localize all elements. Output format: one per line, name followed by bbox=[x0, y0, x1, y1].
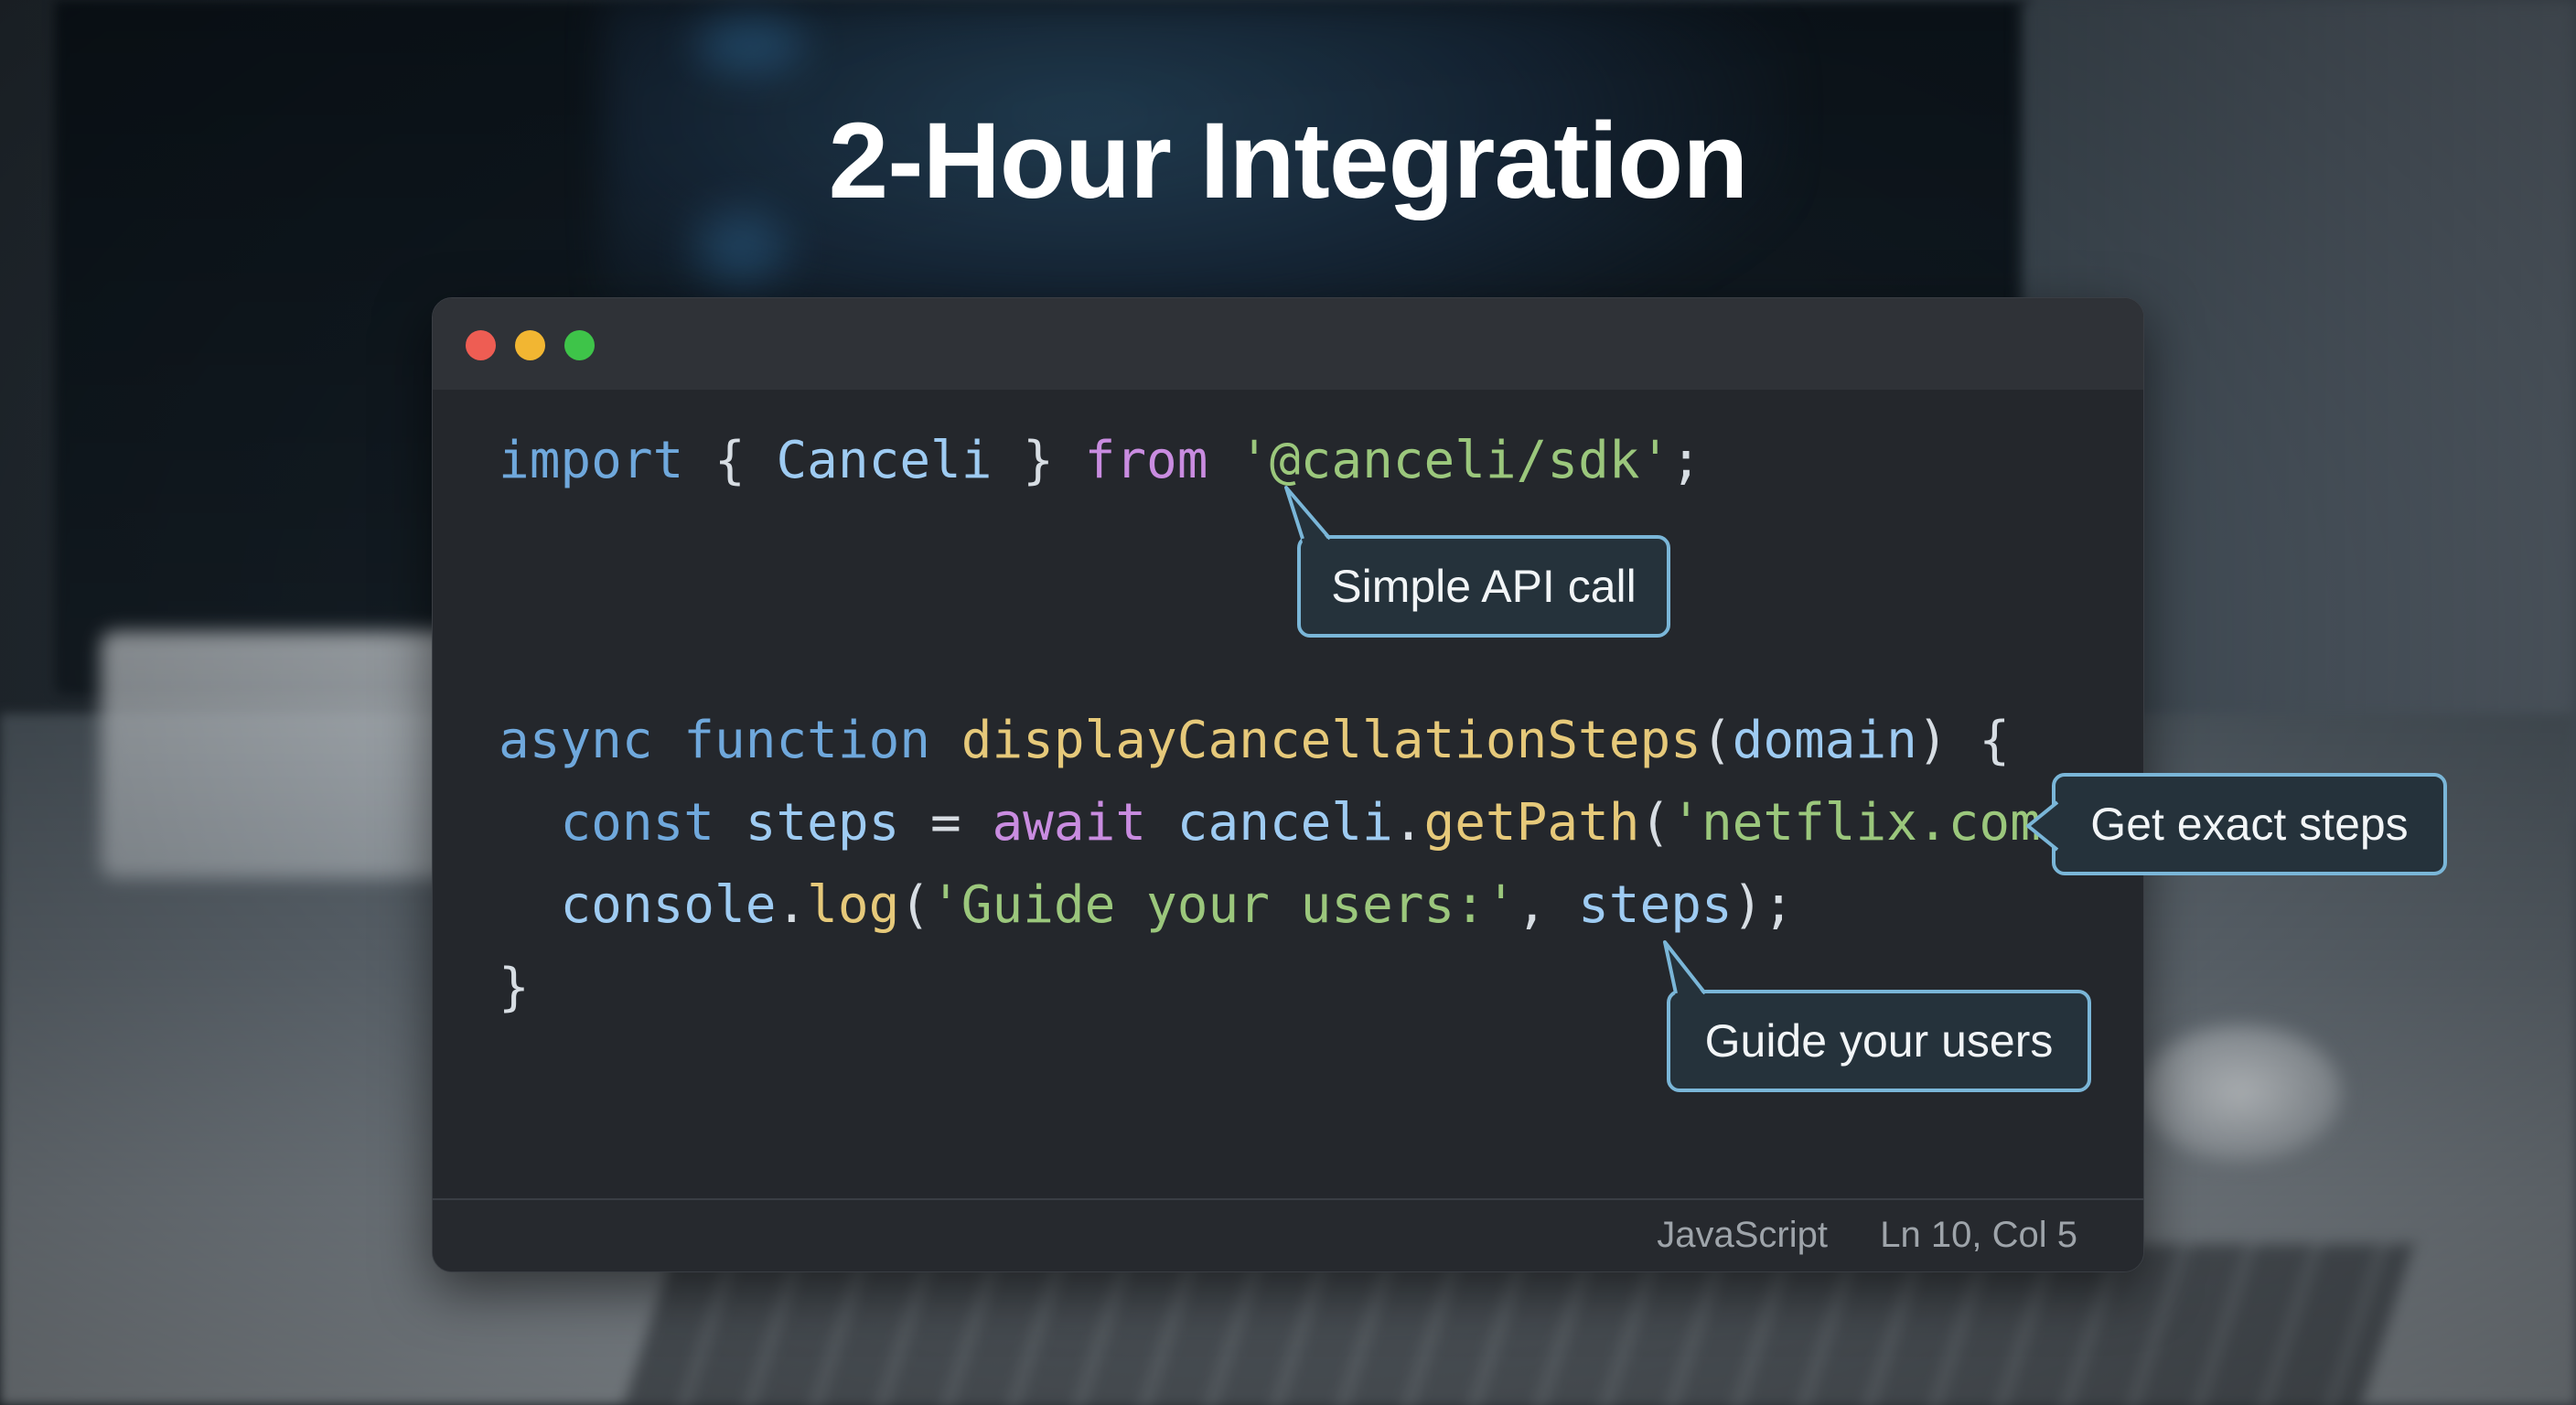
code-token: domain bbox=[1732, 711, 1917, 770]
code-token: = bbox=[899, 793, 993, 853]
code-line[interactable]: const steps = await canceli.getPath('net… bbox=[499, 793, 2133, 853]
callout-text: Guide your users bbox=[1704, 1015, 2054, 1067]
code-line[interactable]: import { Canceli } from '@canceli/sdk'; bbox=[499, 431, 1701, 490]
window-titlebar bbox=[433, 298, 2143, 390]
code-token: function bbox=[683, 711, 931, 770]
code-token: ) { bbox=[1916, 711, 2011, 770]
code-token: { bbox=[683, 431, 777, 490]
code-line[interactable]: console.log('Guide your users:', steps); bbox=[499, 875, 1794, 935]
code-token: displayCancellationSteps bbox=[961, 711, 1701, 770]
code-token: } bbox=[992, 431, 1085, 490]
status-cursor-position[interactable]: Ln 10, Col 5 bbox=[1880, 1215, 2077, 1256]
code-line[interactable]: async function displayCancellationSteps(… bbox=[499, 711, 2010, 770]
code-token: '@canceli/sdk' bbox=[1239, 431, 1671, 490]
code-token: ( bbox=[1639, 793, 1671, 853]
maximize-window-button[interactable] bbox=[564, 330, 595, 360]
callout-simple-api-call: Simple API call bbox=[1284, 486, 1670, 638]
code-token: console bbox=[560, 875, 777, 935]
code-token: async bbox=[499, 711, 653, 770]
callout-get-exact-steps: Get exact steps bbox=[2026, 773, 2447, 875]
code-token: 'Guide your users:' bbox=[930, 875, 1517, 935]
code-token: const bbox=[560, 793, 715, 853]
code-token: . bbox=[776, 875, 808, 935]
code-editor-window: import { Canceli } from '@canceli/sdk'; a… bbox=[432, 297, 2144, 1272]
code-token: ( bbox=[899, 875, 931, 935]
code-token: Canceli bbox=[776, 431, 993, 490]
code-token: import bbox=[499, 431, 684, 490]
slide-title: 2-Hour Integration bbox=[828, 101, 1749, 221]
callout-text: Simple API call bbox=[1331, 561, 1637, 612]
code-token: 'netflix.com' bbox=[1670, 793, 2072, 853]
code-token: , bbox=[1516, 875, 1579, 935]
close-window-button[interactable] bbox=[466, 330, 496, 360]
callout-guide-your-users: Guide your users bbox=[1663, 940, 2091, 1092]
status-language[interactable]: JavaScript bbox=[1657, 1215, 1828, 1256]
code-token: ); bbox=[1732, 875, 1795, 935]
callout-pointer-icon bbox=[2026, 800, 2059, 852]
code-token: } bbox=[499, 958, 530, 1017]
code-token: steps bbox=[745, 793, 900, 853]
code-token: from bbox=[1084, 431, 1208, 490]
code-token: canceli bbox=[1176, 793, 1393, 853]
callout-pointer-icon bbox=[1284, 486, 1332, 542]
code-token: ; bbox=[1670, 431, 1701, 490]
code-token: log bbox=[807, 875, 900, 935]
minimize-window-button[interactable] bbox=[515, 330, 545, 360]
code-token: steps bbox=[1578, 875, 1733, 935]
callout-text: Get exact steps bbox=[2090, 799, 2409, 850]
callout-pointer-icon bbox=[1663, 940, 1707, 997]
code-token: . bbox=[1392, 793, 1424, 853]
code-token: getPath bbox=[1423, 793, 1640, 853]
code-token: await bbox=[992, 793, 1147, 853]
code-line[interactable]: } bbox=[499, 958, 530, 1017]
status-bar: JavaScript Ln 10, Col 5 bbox=[433, 1198, 2143, 1271]
code-token: ( bbox=[1701, 711, 1733, 770]
